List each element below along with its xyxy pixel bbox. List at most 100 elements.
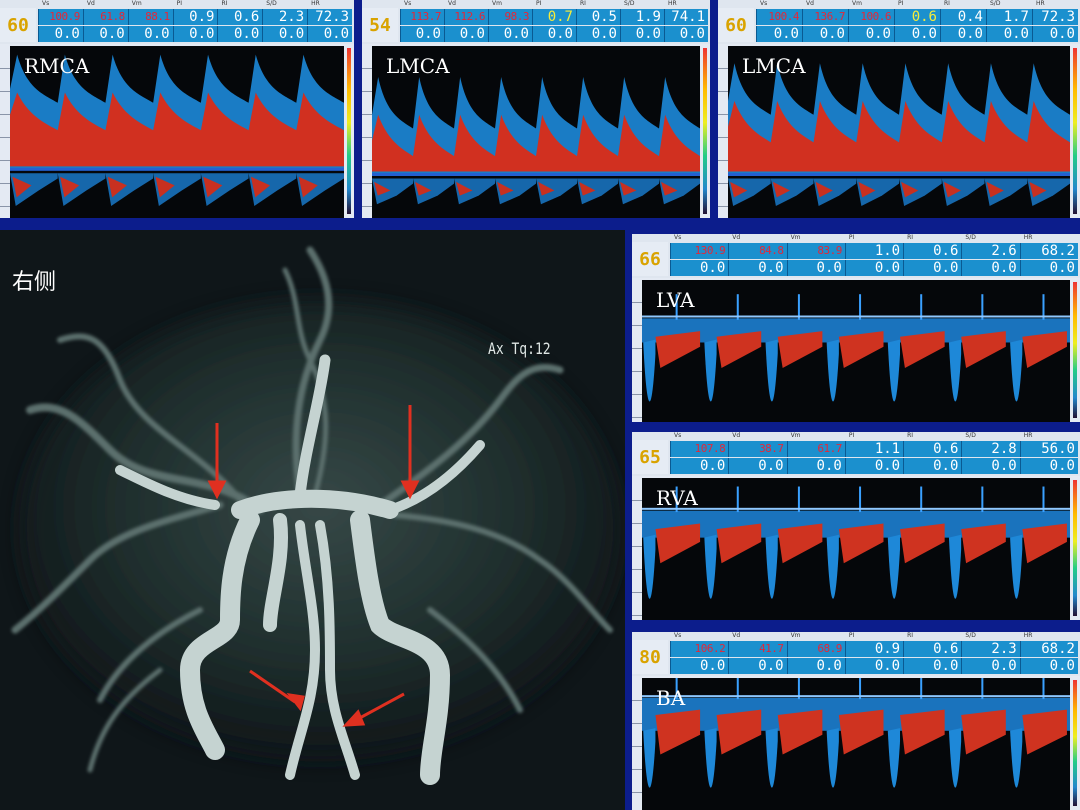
column-header: S/D: [965, 632, 976, 639]
panel-header: Vs Vd Vm PI RI S/D HR 80 106.2 41.7 68.9 0.9 0.6 2.3 6…: [632, 632, 1080, 676]
vessel-label: RVA: [656, 486, 698, 510]
measurement-cell: 106.2: [670, 641, 728, 657]
column-header: HR: [311, 0, 320, 7]
spectral-waveform: LVA: [642, 280, 1070, 422]
measurement-cell: 0.0: [844, 458, 903, 474]
color-scale-bar: [1073, 282, 1077, 418]
column-header: Vd: [806, 0, 814, 7]
measurement-cell: 0.0: [756, 26, 802, 42]
measurement-cell: 0.0: [1032, 26, 1078, 42]
measurement-cell: 0.0: [172, 26, 218, 42]
measurement-cell: 0.0: [262, 26, 307, 42]
measurement-cell: 61.8: [82, 9, 128, 25]
measurement-row: 0.0 0.0 0.0 0.0 0.0 0.0 0.0: [670, 458, 1078, 474]
measurement-cell: 0.0: [38, 26, 83, 42]
column-header: RI: [944, 0, 950, 7]
measurement-cell: 2.8: [961, 441, 1019, 457]
measurement-cell: 0.0: [728, 458, 786, 474]
measurement-row: 0.0 0.0 0.0 0.0 0.0 0.0 0.0: [670, 260, 1078, 276]
column-header: PI: [536, 0, 542, 7]
measurement-cell: 0.0: [488, 26, 532, 42]
column-header: PI: [848, 432, 855, 439]
measurement-cell: 0.0: [82, 26, 128, 42]
spectral-waveform: RVA: [642, 478, 1070, 620]
measurement-cell: 0.0: [217, 26, 262, 42]
measurement-cell: 2.3: [961, 641, 1019, 657]
measurement-cell: 0.6: [894, 9, 940, 25]
spectral-waveform: RMCA: [10, 46, 344, 218]
measurement-cell: 0.0: [961, 260, 1019, 276]
column-header: Vd: [86, 0, 95, 7]
measurement-cell: 0.0: [532, 26, 576, 42]
column-header: Vd: [448, 0, 456, 7]
measurement-cell: 2.6: [961, 243, 1019, 259]
measurement-cell: 1.1: [844, 441, 903, 457]
measurement-cell: 0.0: [961, 658, 1019, 674]
column-header: RI: [221, 0, 228, 7]
measurement-cell: 0.6: [903, 441, 961, 457]
measurement-cell: 0.0: [670, 458, 728, 474]
column-header: Vd: [732, 432, 741, 439]
doppler-panel-rva: Vs Vd Vm PI RI S/D HR 65 107.8 38.7 61.7 1.1 0.6 2.8 5…: [632, 432, 1080, 620]
column-header: RI: [907, 234, 914, 241]
measurement-cell: 1.0: [844, 243, 903, 259]
doppler-panel-lmca-2: Vs Vd Vm PI RI S/D HR 60 100.4 136.7 100.6 0.6 0.4 1.…: [718, 0, 1080, 218]
measurement-cell: 0.0: [670, 658, 728, 674]
angiogram-image: [0, 230, 625, 810]
velocity-axis: [0, 46, 10, 218]
measurement-cell: 61.7: [786, 441, 845, 457]
column-header: Vm: [492, 0, 502, 7]
depth-value: 65: [632, 440, 668, 474]
measurement-cell: 41.7: [728, 641, 786, 657]
column-header: HR: [1036, 0, 1045, 7]
measurement-cell: 0.4: [940, 9, 986, 25]
spectral-waveform: LMCA: [728, 46, 1070, 218]
velocity-axis: [632, 280, 642, 422]
column-header: Vs: [674, 432, 682, 439]
measurement-cell: 100.6: [848, 9, 894, 25]
depth-value: 60: [0, 8, 36, 42]
side-label: 右侧: [12, 270, 57, 295]
column-header: Vs: [404, 0, 412, 7]
measurement-cell: 112.6: [444, 9, 488, 25]
measurement-cell: 0.0: [576, 26, 620, 42]
measurement-cell: 68.2: [1019, 243, 1078, 259]
column-header: Vd: [732, 234, 741, 241]
color-scale-bar: [703, 48, 707, 214]
measurement-cell: 113.7: [400, 9, 444, 25]
column-headers: Vs Vd Vm PI RI S/D HR: [670, 432, 1078, 441]
measurement-cell: 0.0: [1019, 658, 1078, 674]
measurement-cell: 0.0: [786, 458, 845, 474]
column-header: HR: [1023, 632, 1033, 639]
column-header: HR: [1023, 432, 1033, 439]
measurement-cell: 72.3: [1032, 9, 1078, 25]
measurement-cell: 0.0: [728, 658, 786, 674]
column-header: Vm: [852, 0, 862, 7]
measurement-cell: 84.8: [728, 243, 786, 259]
column-header: Vs: [760, 0, 768, 7]
measurement-row: 113.7 112.6 98.3 0.7 0.5 1.9 74.1: [400, 9, 708, 25]
measurement-cell: 0.0: [940, 26, 986, 42]
velocity-axis: [632, 678, 642, 810]
measurement-cell: 0.0: [894, 26, 940, 42]
measurement-cell: 83.9: [786, 243, 845, 259]
column-header: Vm: [131, 0, 142, 7]
measurement-cell: 0.0: [1019, 260, 1078, 276]
column-header: Vs: [674, 234, 682, 241]
column-header: Vm: [790, 632, 801, 639]
measurement-cell: 0.0: [307, 26, 352, 42]
measurement-cell: 0.9: [844, 641, 903, 657]
measurement-cell: 0.0: [903, 458, 961, 474]
vessel-label: LVA: [656, 288, 695, 312]
waveform-plot: [642, 486, 1070, 599]
column-header: PI: [848, 234, 855, 241]
column-header: S/D: [266, 0, 277, 7]
depth-value: 66: [632, 242, 668, 276]
column-header: RI: [907, 632, 914, 639]
panel-header: Vs Vd Vm PI RI S/D HR 65 107.8 38.7 61.7 1.1 0.6 2.8 5…: [632, 432, 1080, 476]
measurement-cell: 0.0: [1019, 458, 1078, 474]
measurement-row: 107.8 38.7 61.7 1.1 0.6 2.8 56.0: [670, 441, 1078, 457]
column-header: Vd: [732, 632, 741, 639]
vessel-label: BA: [656, 686, 686, 710]
doppler-panel-lva: Vs Vd Vm PI RI S/D HR 66 130.9 84.8 83.9 1.0 0.6 2.6 6…: [632, 234, 1080, 422]
